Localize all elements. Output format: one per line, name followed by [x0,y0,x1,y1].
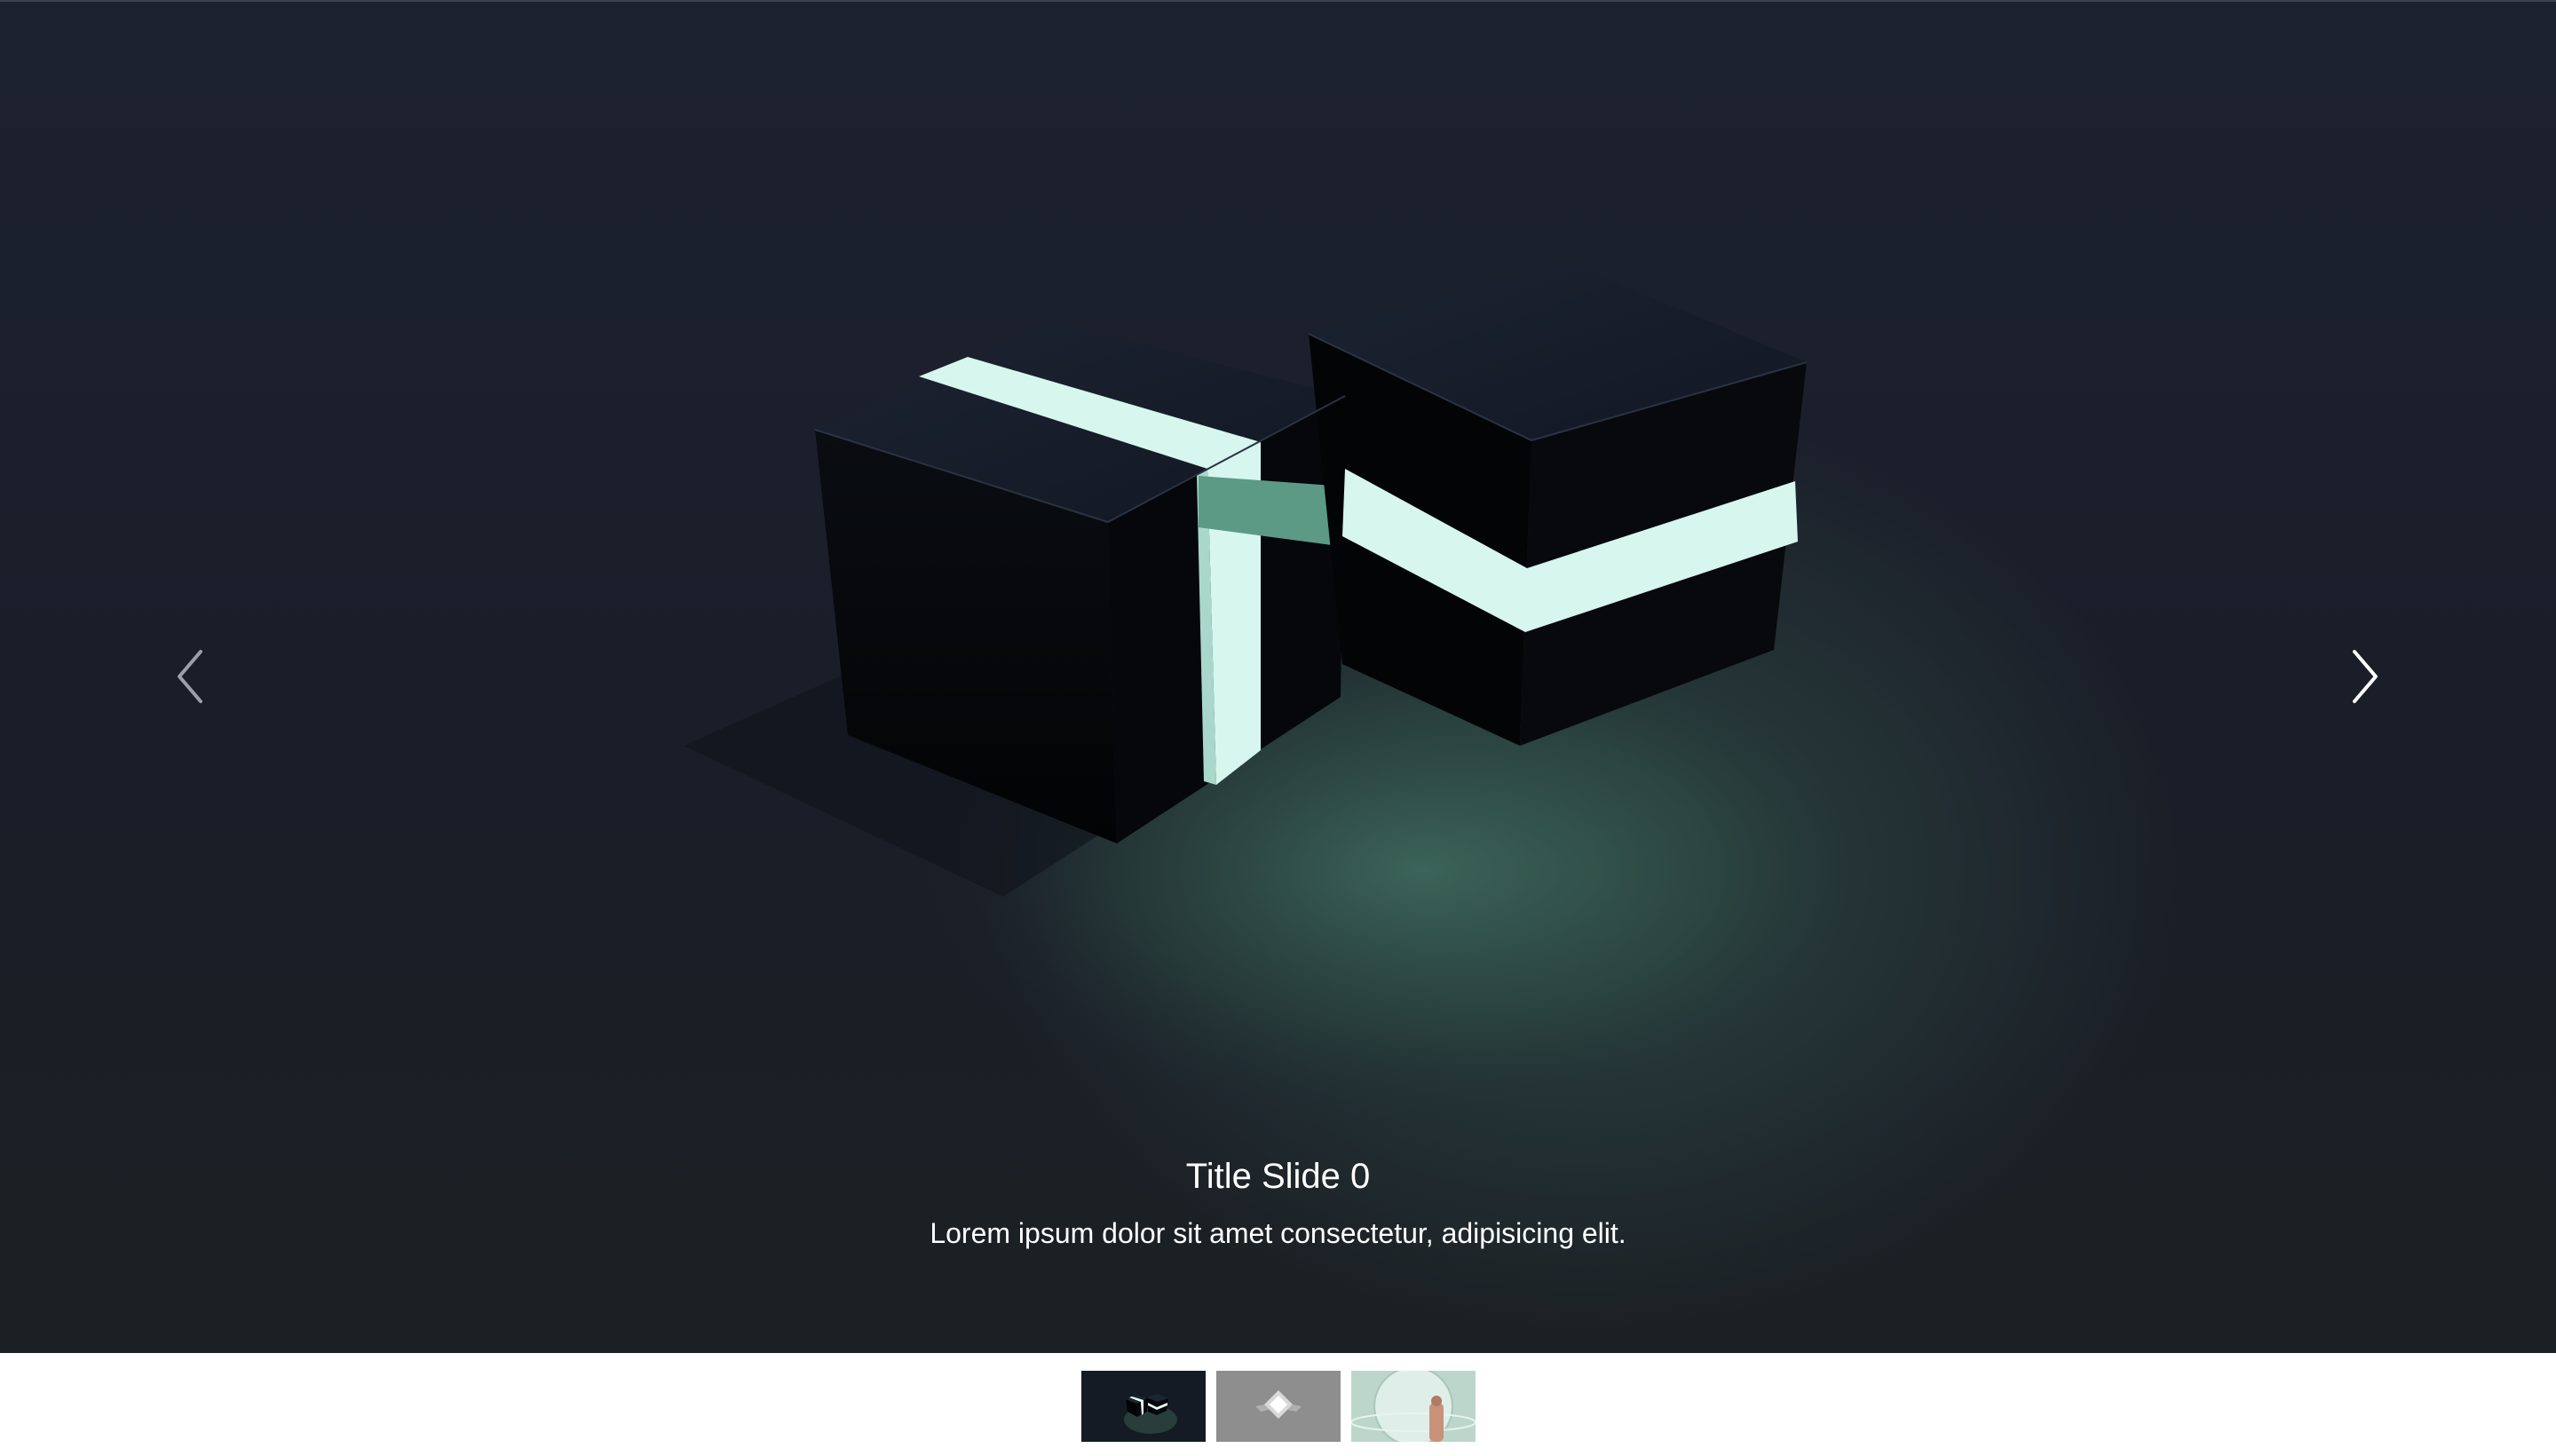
prev-slide-button[interactable] [160,641,222,712]
next-slide-button[interactable] [2333,641,2395,712]
slide-image [684,263,1918,1136]
thumbnail-1[interactable] [1216,1371,1341,1442]
image-carousel: Title Slide 0 Lorem ipsum dolor sit amet… [0,0,2556,1353]
thumbnail-0[interactable] [1081,1371,1206,1442]
slide-title: Title Slide 0 [1185,1157,1371,1196]
cubes-thumbnail-image [1081,1371,1206,1442]
chevron-left-icon [178,650,202,703]
slide-description: Lorem ipsum dolor sit amet consectetur, … [930,1217,1626,1249]
thumbnail-strip [0,1353,2556,1456]
diamond-thumbnail-image [1216,1371,1341,1442]
chevron-right-icon [2353,650,2378,703]
planet-thumbnail-image [1351,1371,1476,1442]
thumbnail-2[interactable] [1351,1371,1476,1442]
